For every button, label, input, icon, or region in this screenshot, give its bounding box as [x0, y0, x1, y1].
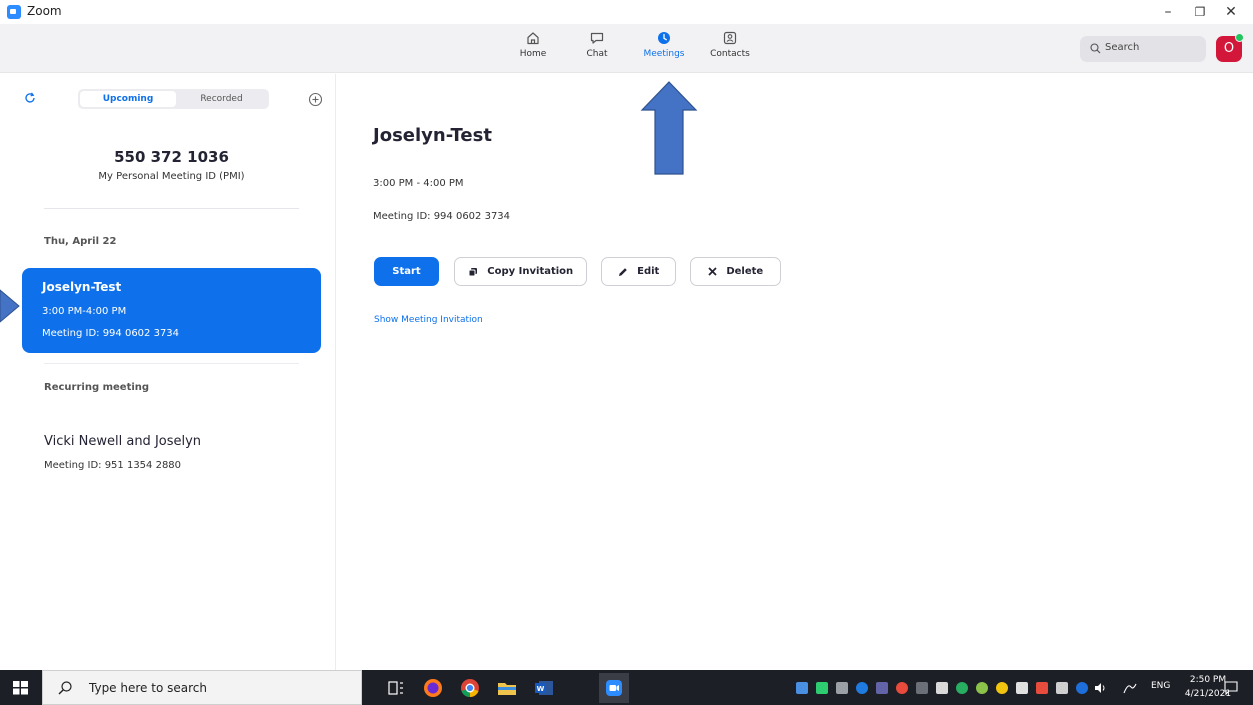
divider — [44, 363, 299, 364]
taskbar-search-placeholder: Type here to search — [89, 681, 207, 695]
tray-app-icon[interactable] — [916, 682, 928, 694]
nav-contacts-label: Contacts — [710, 49, 750, 59]
tray-app-icon[interactable] — [996, 682, 1008, 694]
pmi-label: My Personal Meeting ID (PMI) — [98, 171, 245, 182]
start-button-label: Start — [392, 266, 421, 277]
notification-icon[interactable] — [1223, 680, 1239, 696]
nav-home[interactable]: Home — [505, 30, 561, 70]
tray-onedrive-icon[interactable] — [836, 682, 848, 694]
tray-teams-icon[interactable] — [876, 682, 888, 694]
start-button[interactable]: Start — [374, 257, 439, 286]
meeting-detail-id: Meeting ID: 994 0602 3734 — [373, 211, 511, 222]
pmi-number[interactable]: 550 372 1036 — [0, 148, 343, 166]
zoom-taskbar-icon[interactable] — [599, 673, 629, 703]
search-icon — [1090, 43, 1101, 54]
add-meeting-icon[interactable] — [308, 92, 323, 107]
chat-icon — [590, 32, 604, 44]
windows-start-icon[interactable] — [0, 670, 42, 705]
search-box[interactable]: Search — [1080, 36, 1206, 62]
task-view-icon[interactable] — [383, 675, 409, 701]
meeting-detail-title: Joselyn-Test — [373, 125, 492, 146]
tray-drive-icon[interactable] — [816, 682, 828, 694]
show-invitation-link[interactable]: Show Meeting Invitation — [374, 315, 483, 325]
meeting-card-id: Meeting ID: 994 0602 3734 — [42, 328, 180, 339]
annotation-arrow-up — [640, 81, 698, 175]
copy-invitation-button[interactable]: Copy Invitation — [454, 257, 587, 286]
close-button[interactable]: ✕ — [1214, 0, 1248, 24]
taskbar-search[interactable]: Type here to search — [42, 670, 362, 705]
tray-app-icon[interactable] — [976, 682, 988, 694]
top-navigation: Home Chat Meetings Contacts Search O — [0, 24, 1253, 73]
tab-recorded[interactable]: Recorded — [176, 91, 267, 107]
copy-invitation-label: Copy Invitation — [487, 266, 574, 277]
nav-meetings-label: Meetings — [643, 49, 685, 59]
volume-icon[interactable] — [1094, 682, 1108, 694]
home-icon — [527, 32, 539, 45]
clock-icon — [658, 32, 670, 44]
nav-chat-label: Chat — [586, 49, 608, 59]
edit-button[interactable]: Edit — [601, 257, 676, 286]
title-bar: Zoom – ❐ ✕ — [0, 0, 1253, 24]
zoom-app-icon — [7, 5, 21, 19]
tray-app-icon[interactable] — [1036, 682, 1048, 694]
tray-app-icon[interactable] — [956, 682, 968, 694]
copy-icon — [468, 267, 477, 276]
annotation-arrow-right — [0, 289, 20, 323]
meeting-detail-time: 3:00 PM - 4:00 PM — [373, 178, 464, 189]
tray-app-icon[interactable] — [796, 682, 808, 694]
tray-app-icon[interactable] — [896, 682, 908, 694]
recurring-header: Recurring meeting — [44, 382, 150, 393]
tray-network-icon[interactable] — [1056, 682, 1068, 694]
delete-button-label: Delete — [726, 266, 764, 277]
contacts-icon — [723, 31, 737, 45]
minimize-button[interactable]: – — [1151, 0, 1185, 24]
divider — [44, 208, 299, 209]
file-explorer-icon[interactable] — [494, 675, 520, 701]
delete-button[interactable]: Delete — [690, 257, 781, 286]
recurring-meeting-title[interactable]: Vicki Newell and Joselyn — [44, 434, 201, 449]
pen-icon[interactable] — [1122, 682, 1138, 694]
nav-contacts[interactable]: Contacts — [702, 30, 758, 70]
search-label: Search — [1105, 42, 1140, 53]
nav-home-label: Home — [519, 49, 547, 59]
search-icon — [58, 681, 72, 695]
firefox-icon[interactable] — [420, 675, 446, 701]
language-indicator[interactable]: ENG — [1151, 681, 1170, 691]
tray-zoom-icon[interactable] — [856, 682, 868, 694]
pencil-icon — [618, 267, 627, 276]
nav-chat[interactable]: Chat — [569, 30, 625, 70]
refresh-icon[interactable] — [23, 91, 37, 105]
date-header: Thu, April 22 — [44, 236, 117, 247]
word-icon[interactable]: W — [531, 675, 557, 701]
recurring-meeting-id[interactable]: Meeting ID: 951 1354 2880 — [44, 460, 181, 471]
window-title: Zoom — [27, 4, 62, 18]
selected-meeting-card[interactable]: Joselyn-Test 3:00 PM-4:00 PM Meeting ID:… — [22, 268, 321, 353]
nav-meetings[interactable]: Meetings — [636, 30, 692, 70]
tab-upcoming[interactable]: Upcoming — [80, 91, 176, 107]
chrome-icon[interactable] — [457, 675, 483, 701]
restore-button[interactable]: ❐ — [1183, 0, 1217, 24]
meeting-card-time: 3:00 PM-4:00 PM — [42, 306, 127, 317]
tray-app-icon[interactable] — [1016, 682, 1028, 694]
bluetooth-icon[interactable] — [1076, 682, 1088, 694]
meetings-sidebar: Upcoming Recorded 550 372 1036 My Person… — [0, 74, 336, 670]
online-status-dot — [1235, 33, 1244, 42]
tray-app-icon[interactable] — [936, 682, 948, 694]
edit-button-label: Edit — [637, 266, 660, 277]
windows-taskbar: Type here to search W ENG 2:50 PM 4/21/2… — [0, 670, 1253, 705]
close-icon — [708, 267, 717, 276]
meeting-card-title: Joselyn-Test — [42, 280, 122, 294]
meeting-tabs: Upcoming Recorded — [78, 89, 269, 109]
svg-text:W: W — [537, 685, 545, 693]
